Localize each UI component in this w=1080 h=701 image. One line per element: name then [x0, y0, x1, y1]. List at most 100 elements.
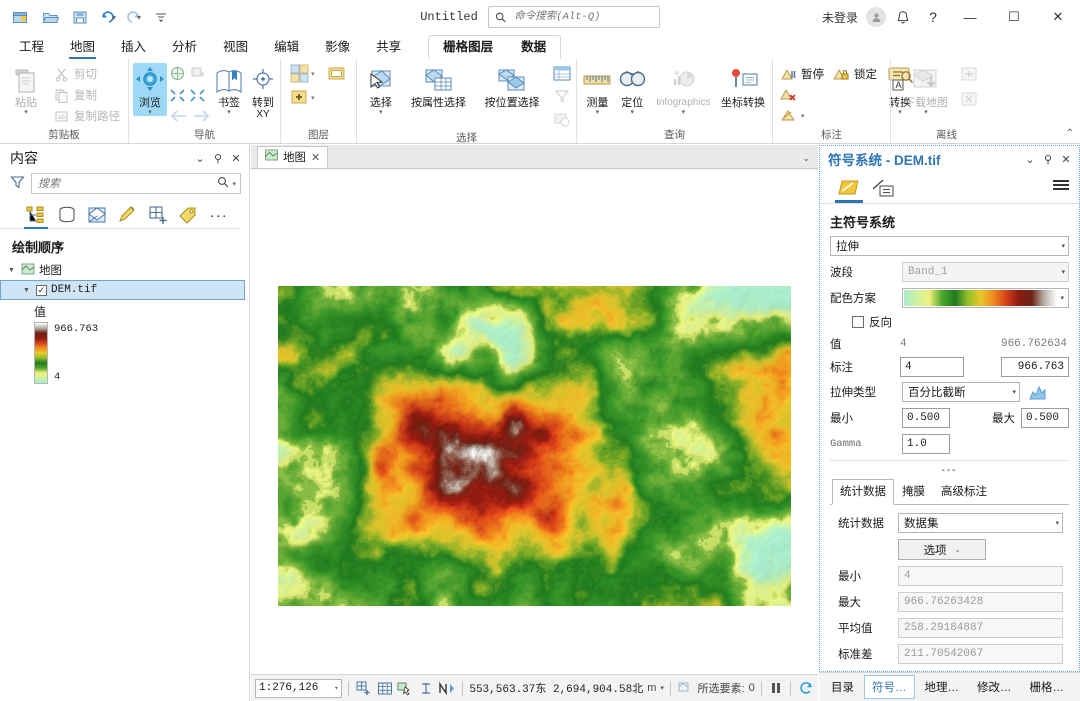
- command-search-input[interactable]: [512, 10, 653, 24]
- stretch-type-caret-icon[interactable]: ▾: [1012, 388, 1016, 396]
- select-by-location-button[interactable]: 按位置选择: [476, 63, 548, 109]
- add-data-icon[interactable]: [326, 64, 347, 83]
- explore-button[interactable]: 浏览 ▾: [133, 63, 167, 116]
- statistics-options-caret-icon[interactable]: ⌄: [955, 546, 961, 554]
- pause-drawing-icon[interactable]: [768, 679, 785, 698]
- close-button[interactable]: ✕: [1038, 1, 1078, 33]
- ribbon-tab-edit[interactable]: 编辑: [261, 33, 312, 59]
- statistics-source-combo[interactable]: 数据集 ▾: [898, 513, 1063, 533]
- add-layer-icon[interactable]: ▾: [289, 88, 316, 107]
- contents-search-input[interactable]: [36, 176, 215, 191]
- full-extent-icon[interactable]: [169, 65, 186, 85]
- command-search[interactable]: [487, 6, 660, 28]
- statistics-source-caret-icon[interactable]: ▾: [1055, 519, 1059, 527]
- stretch-max-input[interactable]: 0.500: [1021, 408, 1069, 428]
- download-map-button[interactable]: 下载地图 ▾: [895, 63, 957, 116]
- histogram-icon[interactable]: [1026, 382, 1048, 402]
- list-by-selection-icon[interactable]: [83, 202, 111, 228]
- list-by-snapping-icon[interactable]: [144, 202, 172, 228]
- layer-visibility-checkbox[interactable]: ✓: [36, 284, 47, 296]
- band-combo[interactable]: Band_1 ▾: [902, 262, 1069, 282]
- measure-button[interactable]: 测量 ▾: [581, 63, 614, 116]
- ribbon-tab-data[interactable]: 数据: [507, 33, 560, 59]
- redo-dropdown-icon[interactable]: ▾: [137, 13, 141, 22]
- collapse-ribbon-icon[interactable]: ⌃: [1066, 128, 1074, 139]
- basemap-icon[interactable]: ▾: [289, 63, 316, 84]
- copy-button[interactable]: 复制: [50, 85, 124, 105]
- stretch-type-combo[interactable]: 百分比截断 ▾: [902, 382, 1020, 402]
- map-scale-dropdown-icon[interactable]: ▾: [334, 684, 338, 693]
- tab-mask[interactable]: 掩膜: [894, 479, 933, 504]
- save-project-icon[interactable]: [70, 7, 91, 28]
- label-min-input[interactable]: 4: [900, 357, 964, 377]
- undo-dropdown-icon[interactable]: ▾: [112, 13, 116, 22]
- contents-search-dropdown-icon[interactable]: ▾: [232, 180, 236, 188]
- pane-tab-symbology[interactable]: 符号…: [864, 675, 915, 699]
- label-max-input[interactable]: 966.763: [1001, 357, 1069, 377]
- map-tab-close-icon[interactable]: ✕: [311, 151, 320, 164]
- select-by-attributes-button[interactable]: 按属性选择: [403, 63, 475, 109]
- map-expand-icon[interactable]: ▼: [8, 267, 17, 274]
- previous-extent-thumb-icon[interactable]: [190, 65, 207, 85]
- list-by-editing-icon[interactable]: [113, 202, 141, 228]
- pane-tab-geoprocessing[interactable]: 地理…: [917, 675, 968, 699]
- download-map-dropdown-icon[interactable]: ▾: [924, 109, 928, 116]
- contents-close-icon[interactable]: ✕: [227, 152, 245, 165]
- locate-dropdown-icon[interactable]: ▾: [630, 109, 634, 116]
- refresh-icon[interactable]: [797, 679, 814, 698]
- gamma-input[interactable]: 1.0: [902, 434, 950, 454]
- question-icon[interactable]: ?: [920, 5, 946, 29]
- pause-labeling-button[interactable]: 暂停: [777, 64, 828, 84]
- label-style-dropdown-icon[interactable]: ▾: [801, 112, 805, 120]
- primary-symbology-caret-icon[interactable]: ▾: [1061, 242, 1065, 250]
- lock-labeling-button[interactable]: 锁定: [830, 64, 881, 84]
- tab-advanced-labeling[interactable]: 高级标注: [933, 479, 995, 504]
- sync-icon[interactable]: [959, 65, 979, 86]
- toc-layer-dem[interactable]: ▼ ✓ DEM.tif: [0, 280, 245, 300]
- add-layer-dropdown-icon[interactable]: ▾: [311, 94, 315, 102]
- ribbon-tab-imagery[interactable]: 影像: [312, 33, 363, 59]
- paste-dropdown-icon[interactable]: ▾: [24, 109, 28, 116]
- new-project-icon[interactable]: [10, 7, 31, 28]
- symbology-pin-icon[interactable]: ⚲: [1039, 153, 1057, 166]
- map-canvas[interactable]: [251, 170, 818, 674]
- select-dropdown-icon[interactable]: ▾: [379, 109, 383, 116]
- maximize-button[interactable]: ☐: [994, 1, 1034, 33]
- attribute-table-icon[interactable]: [552, 65, 572, 85]
- label-style-button[interactable]: ▾: [777, 106, 881, 126]
- ribbon-tab-map[interactable]: 地图: [57, 33, 108, 59]
- statistics-options-button[interactable]: 选项 ⌄: [898, 539, 986, 560]
- copy-path-button[interactable]: ab 复制路径: [50, 106, 124, 126]
- measure-tool-icon[interactable]: [418, 679, 435, 698]
- pane-tab-catalog[interactable]: 目录: [823, 675, 862, 699]
- coordinate-conversion-button[interactable]: 坐标转换: [718, 63, 768, 109]
- ribbon-tab-insert[interactable]: 插入: [108, 33, 159, 59]
- band-caret-icon[interactable]: ▾: [1061, 268, 1065, 276]
- add-grid-icon[interactable]: [355, 679, 372, 698]
- pane-tab-modify[interactable]: 修改…: [969, 675, 1020, 699]
- zoom-in-fixed-icon[interactable]: [169, 88, 186, 106]
- map-tabstrip-chevron-down-icon[interactable]: ⌄: [802, 153, 810, 164]
- redo-button[interactable]: ▾: [125, 10, 141, 25]
- zoom-to-selection-icon[interactable]: [552, 111, 572, 131]
- select-layer-icon[interactable]: [552, 88, 572, 108]
- contents-search-box[interactable]: ▾: [31, 173, 241, 194]
- measure-dropdown-icon[interactable]: ▾: [596, 109, 600, 116]
- stretch-min-input[interactable]: 0.500: [902, 408, 950, 428]
- contents-chevron-down-icon[interactable]: ⌄: [191, 152, 209, 165]
- list-by-drawing-order-icon[interactable]: [22, 202, 50, 229]
- infographics-button[interactable]: Infographics ▾: [651, 63, 716, 116]
- explore-dropdown-icon[interactable]: ▾: [148, 109, 152, 116]
- select-button[interactable]: 选择 ▾: [361, 63, 401, 116]
- previous-extent-icon[interactable]: [169, 109, 188, 126]
- basemap-dropdown-icon[interactable]: ▾: [311, 70, 315, 78]
- goto-xy-button[interactable]: 转到 XY: [247, 63, 279, 120]
- paste-button[interactable]: 粘贴 ▾: [4, 63, 48, 116]
- cut-button[interactable]: 剪切: [50, 64, 124, 84]
- ribbon-tab-view[interactable]: 视图: [210, 33, 261, 59]
- undo-button[interactable]: ▾: [100, 10, 116, 25]
- remove-offline-icon[interactable]: [959, 90, 979, 111]
- primary-symbology-icon[interactable]: [832, 173, 866, 203]
- layer-expand-icon[interactable]: ▼: [23, 287, 32, 294]
- customize-qat-icon[interactable]: [150, 7, 171, 28]
